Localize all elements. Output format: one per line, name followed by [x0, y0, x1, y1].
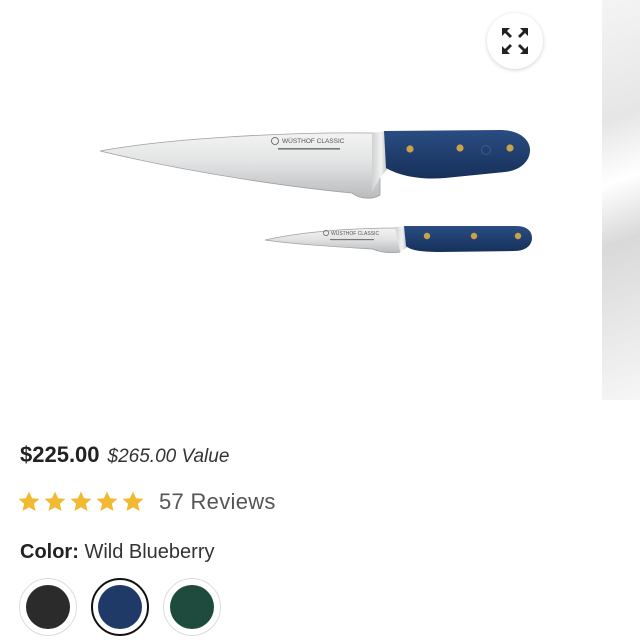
- rating-row[interactable]: 57 Reviews: [17, 489, 276, 515]
- swatch-color: [26, 585, 70, 629]
- color-label: Color:: [20, 541, 79, 563]
- expand-arrows-icon: [502, 28, 528, 54]
- product-price: $225.00: [20, 442, 100, 467]
- chef-knife: WÜSTHOF CLASSIC: [99, 130, 530, 199]
- product-image-next-peek[interactable]: [602, 0, 640, 400]
- star-rating: [17, 490, 145, 514]
- paring-knife-brand-text: WÜSTHOF CLASSIC: [331, 230, 379, 237]
- compare-at-value: $265.00 Value: [107, 446, 230, 467]
- swatch-black[interactable]: [19, 578, 77, 636]
- price-row: $225.00 $265.00 Value: [20, 442, 229, 468]
- color-swatches: [19, 578, 221, 636]
- swatch-wild-blueberry[interactable]: [91, 578, 149, 636]
- star-icon: [122, 491, 144, 511]
- product-image-gallery[interactable]: WÜSTHOF CLASSIC WÜSTHOF CLASSIC: [0, 0, 640, 400]
- color-selection-label: Color: Wild Blueberry: [20, 541, 215, 564]
- star-icon: [96, 491, 118, 511]
- color-value: Wild Blueberry: [84, 541, 215, 563]
- reviews-link[interactable]: 57 Reviews: [159, 489, 276, 515]
- swatch-color: [98, 585, 142, 629]
- star-icon: [18, 491, 40, 511]
- swatch-color: [170, 585, 214, 629]
- star-icon: [70, 491, 92, 511]
- swatch-green[interactable]: [163, 578, 221, 636]
- star-icon: [44, 491, 66, 511]
- paring-knife: WÜSTHOF CLASSIC: [264, 226, 532, 254]
- chef-knife-brand-text: WÜSTHOF CLASSIC: [282, 137, 345, 145]
- expand-image-button[interactable]: [487, 13, 543, 69]
